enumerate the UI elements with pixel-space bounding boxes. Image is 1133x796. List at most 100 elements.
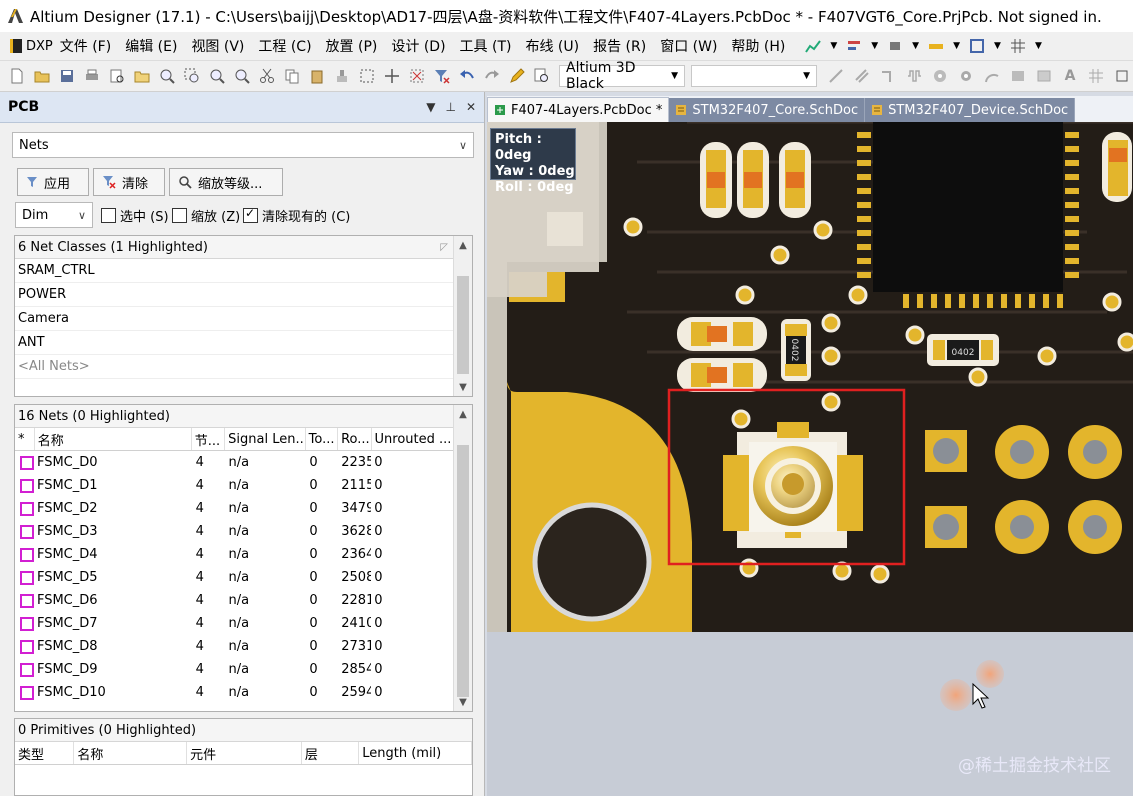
table-row[interactable]: FSMC_D6 4 n/a 0 2281 0 [15, 589, 454, 612]
tab-pcbdoc[interactable]: F407-4Layers.PcbDoc * [487, 97, 670, 122]
menu-design[interactable]: 设计 (D) [384, 36, 452, 56]
edit-icon[interactable] [509, 68, 525, 84]
copy-icon[interactable] [284, 68, 300, 84]
ruler-tool-icon[interactable] [928, 38, 944, 54]
menu-reports[interactable]: 报告 (R) [586, 36, 653, 56]
mask-mode-select[interactable]: Dim ∨ [15, 202, 93, 228]
align-tool-icon[interactable] [846, 38, 862, 54]
place-arc-icon[interactable] [984, 68, 1000, 84]
clear-existing-checkbox[interactable] [243, 206, 258, 223]
col-name[interactable]: 名称 [35, 428, 192, 450]
col-length[interactable]: Length (mil) [359, 742, 472, 764]
zoom-area-icon[interactable] [184, 68, 200, 84]
print-icon[interactable] [84, 68, 100, 84]
scroll-up-icon[interactable]: ▲ [454, 236, 472, 254]
pin-icon[interactable]: ⊥ [445, 100, 455, 114]
clear-filter-icon[interactable] [434, 68, 450, 84]
interactive-route-icon[interactable] [828, 68, 844, 84]
redo-icon[interactable] [484, 68, 500, 84]
list-item-all-nets[interactable]: <All Nets> [15, 355, 472, 379]
scroll-up-icon[interactable]: ▲ [454, 405, 472, 423]
deselect-icon[interactable] [409, 68, 425, 84]
list-item[interactable]: Camera [15, 307, 472, 331]
col-unrouted[interactable]: Unrouted ... [372, 428, 454, 450]
zoom-selected-icon[interactable] [209, 68, 225, 84]
cut-icon[interactable] [259, 68, 275, 84]
pcb-3d-view[interactable]: 0402 0402 @稀土掘金技术社区 [487, 122, 1133, 796]
table-row[interactable]: FSMC_D10 4 n/a 0 2594 0 [15, 681, 454, 704]
chart-tool-icon[interactable] [805, 38, 822, 54]
menu-help[interactable]: 帮助 (H) [724, 36, 792, 56]
menu-project[interactable]: 工程 (C) [251, 36, 318, 56]
place-polygon-icon[interactable] [1036, 68, 1052, 84]
tune-length-icon[interactable] [906, 68, 922, 84]
browse-component-icon[interactable] [534, 68, 550, 84]
paste-icon[interactable] [309, 68, 325, 84]
select-checkbox[interactable] [101, 208, 116, 223]
zoom-checkbox[interactable] [172, 208, 187, 223]
table-row[interactable]: FSMC_D2 4 n/a 0 3479 0 [15, 497, 454, 520]
new-file-icon[interactable] [9, 68, 25, 84]
list-item[interactable]: POWER [15, 283, 472, 307]
open-folder-icon[interactable] [34, 68, 50, 84]
col-star[interactable]: * [15, 428, 35, 450]
menu-route[interactable]: 布线 (U) [518, 36, 586, 56]
col-type[interactable]: 类型 [15, 742, 75, 764]
scroll-down-icon[interactable]: ▼ [454, 693, 472, 711]
open-project-icon[interactable] [134, 68, 150, 84]
close-icon[interactable]: ✕ [466, 100, 476, 114]
col-routed[interactable]: Ro... [338, 428, 372, 450]
component-tool-icon[interactable] [887, 38, 903, 54]
col-nodes[interactable]: 节... [192, 428, 226, 450]
table-row[interactable]: FSMC_D7 4 n/a 0 2410 0 [15, 612, 454, 635]
layer-set-select[interactable]: ▼ [691, 65, 817, 87]
clear-button[interactable]: 清除 [93, 168, 165, 196]
menu-file[interactable]: 文件 (F) [53, 36, 118, 56]
option-clear-existing[interactable]: 清除现有的 (C) [243, 206, 350, 225]
list-item[interactable]: ANT [15, 331, 472, 355]
menu-window[interactable]: 窗口 (W) [653, 36, 724, 56]
print-preview-icon[interactable] [109, 68, 125, 84]
menu-view[interactable]: 视图 (V) [184, 36, 251, 56]
table-row[interactable]: FSMC_D9 4 n/a 0 2854 0 [15, 658, 454, 681]
panel-menu-icon[interactable]: ▼ [426, 100, 435, 114]
option-select[interactable]: 选中 (S) [101, 206, 169, 225]
zoom-level-button[interactable]: 缩放等级... [169, 168, 283, 196]
rubber-stamp-icon[interactable] [334, 68, 350, 84]
place-pad-icon[interactable] [932, 68, 948, 84]
col-prim-name[interactable]: 名称 [74, 742, 188, 764]
col-component[interactable]: 元件 [187, 742, 302, 764]
multi-route-icon[interactable] [880, 68, 896, 84]
menu-dxp[interactable]: DXP [0, 39, 53, 54]
place-grid-icon[interactable] [1088, 68, 1104, 84]
move-icon[interactable] [384, 68, 400, 84]
net-classes-scrollbar[interactable]: ▲ ▼ [453, 236, 472, 396]
scroll-down-icon[interactable]: ▼ [454, 378, 472, 396]
place-component-icon[interactable] [1114, 68, 1130, 84]
option-zoom[interactable]: 缩放 (Z) [172, 206, 240, 225]
place-fill-icon[interactable] [1010, 68, 1026, 84]
apply-button[interactable]: 应用 [17, 168, 89, 196]
place-via-icon[interactable] [958, 68, 974, 84]
table-row[interactable]: FSMC_D1 4 n/a 0 2115 0 [15, 474, 454, 497]
tab-device-schdoc[interactable]: STM32F407_Device.SchDoc [865, 98, 1076, 122]
panel-mode-select[interactable]: Nets ∨ [12, 132, 474, 158]
zoom-fit-icon[interactable] [159, 68, 175, 84]
save-icon[interactable] [59, 68, 75, 84]
table-row[interactable]: FSMC_D5 4 n/a 0 2508 0 [15, 566, 454, 589]
col-signal-length[interactable]: Signal Len... [225, 428, 306, 450]
table-row[interactable]: FSMC_D0 4 n/a 0 2235 0 [15, 451, 454, 474]
table-row[interactable]: FSMC_D8 4 n/a 0 2731 0 [15, 635, 454, 658]
menu-place[interactable]: 放置 (P) [319, 36, 385, 56]
table-row[interactable]: FSMC_D4 4 n/a 0 2364 0 [15, 543, 454, 566]
col-layer[interactable]: 层 [302, 742, 360, 764]
menu-edit[interactable]: 编辑 (E) [118, 36, 184, 56]
menu-tools[interactable]: 工具 (T) [453, 36, 519, 56]
place-string-icon[interactable]: A [1062, 68, 1078, 84]
undo-icon[interactable] [459, 68, 475, 84]
view-config-select[interactable]: Altium 3D Black ▼ [559, 60, 685, 92]
zoom-filter-icon[interactable] [234, 68, 250, 84]
list-item[interactable]: SRAM_CTRL [15, 259, 472, 283]
table-row[interactable]: FSMC_D3 4 n/a 0 3628 0 [15, 520, 454, 543]
nets-scrollbar[interactable]: ▲ ▼ [453, 405, 472, 711]
